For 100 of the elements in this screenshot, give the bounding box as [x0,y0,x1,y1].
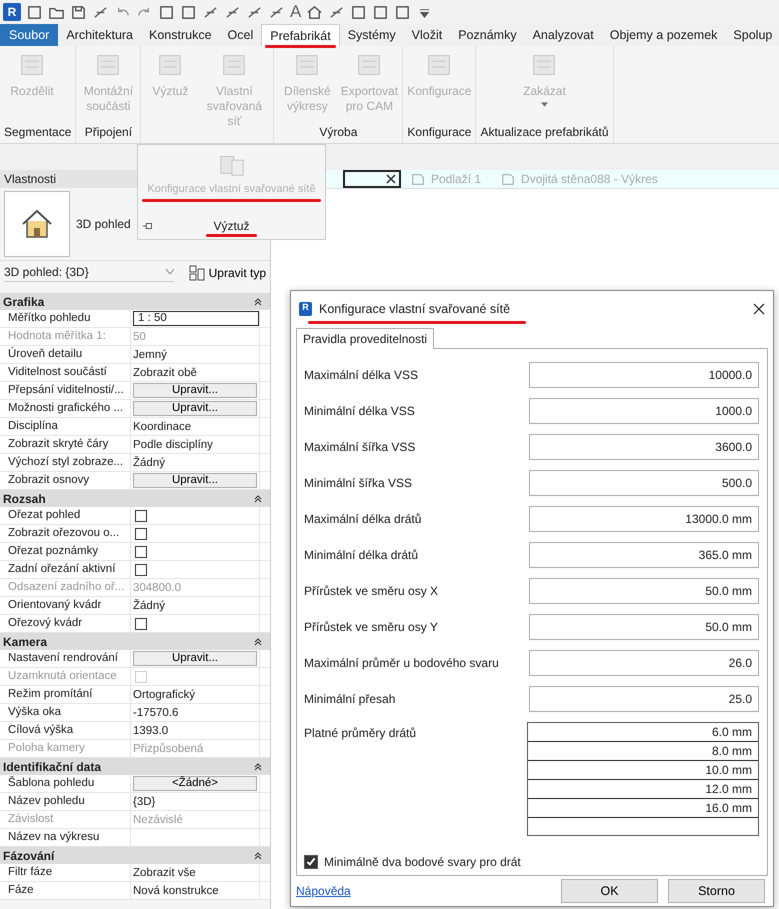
edit-type-icon [188,265,205,281]
property-label: Viditelnost součástí [0,364,131,381]
list-item[interactable]: 10.0 mm [528,761,758,780]
property-label: Cílová výška [0,722,131,739]
input-field[interactable]: 365.0 mm [529,542,759,568]
ribbon-tab[interactable]: Soubor [0,24,58,46]
dialog-title: Konfigurace vlastní svařované sítě [319,302,510,316]
ribbon-tab[interactable]: Vložit [404,24,450,46]
view-tab[interactable] [343,170,401,188]
input-field[interactable]: 3600.0 [529,434,759,460]
list-item[interactable]: 8.0 mm [528,742,758,761]
checkbox[interactable] [135,546,147,558]
checkbox-label: Minimálně dva bodové svary pro drát [324,855,521,869]
type-name: 3D pohled [76,217,131,231]
list-item[interactable]: 12.0 mm [528,780,758,799]
ribbon-tab[interactable]: Prefabrikát [261,24,340,46]
property-label: Ořezový kvádr [0,615,131,632]
close-icon[interactable] [386,174,396,184]
input-field[interactable]: 500.0 [529,470,759,496]
input-field[interactable]: 50.0 mm [529,614,759,640]
property-label: Ořezat pohled [0,507,131,524]
property-label: Název na výkresu [0,829,131,846]
property-label: Disciplína [0,418,131,435]
property-label: Poloha kamery [0,740,131,757]
app-logo[interactable]: R [3,3,21,21]
checkbox[interactable] [135,528,147,540]
input-field[interactable]: 26.0 [529,650,759,676]
edit-button[interactable]: Upravit... [133,473,257,488]
collapse-icon[interactable] [254,298,262,306]
property-value: Přizpůsobená [133,742,204,754]
annotation-underline [206,234,256,237]
ribbon-tab[interactable]: Spolup [725,24,779,46]
checkbox[interactable] [135,510,147,522]
property-label: Název pohledu [0,793,131,810]
dialog-button[interactable]: Storno [668,879,765,903]
collapse-icon[interactable] [254,762,262,770]
app-logo: R [299,302,312,316]
panel-label: Připojení [84,124,134,141]
text-tool-icon[interactable]: A [290,3,302,21]
property-value: Zobrazit obě [133,366,197,378]
list-item[interactable]: 6.0 mm [528,723,758,742]
ribbon-tab[interactable]: Objemy a pozemek [602,24,726,46]
input-field[interactable]: 13000.0 mm [529,506,759,532]
property-label: Výška oka [0,704,131,721]
list-item[interactable]: 16.0 mm [528,799,758,818]
ribbon-tab[interactable]: Analyzovat [524,24,602,46]
save-icon[interactable] [70,4,87,20]
home-icon[interactable] [306,4,324,20]
group-header[interactable]: Grafika [3,294,44,308]
field-label: Maximální délka drátů [304,512,422,526]
close-icon[interactable] [753,303,765,315]
property-label: Režim promítání [0,686,131,703]
property-value: {3D} [133,796,156,808]
property-value: Nová konstrukce [133,884,219,896]
panel-label: Výroba [318,124,358,141]
dialog-tab[interactable]: Pravidla proveditelnosti [296,328,434,349]
field-label: Přírůstek ve směru osy Y [304,620,438,634]
collapse-icon[interactable] [254,638,262,646]
sheet-icon [411,172,425,186]
edit-button[interactable]: <Žádné> [133,776,257,791]
edit-button[interactable]: Upravit... [133,401,257,416]
ribbon-tab[interactable]: Konstrukce [141,24,220,46]
ribbon-tab[interactable]: Architektura [58,24,142,46]
collapse-icon[interactable] [254,852,262,860]
edit-button[interactable]: Upravit... [133,383,257,398]
property-value: Zobrazit vše [133,866,196,878]
input-field[interactable]: 10000.0 [529,362,759,388]
checkbox[interactable] [135,564,147,576]
property-label: Uzamknutá orientace [0,668,131,685]
type-selector[interactable]: 3D pohled: {3D} [4,264,174,282]
property-label: Měřítko pohledu [0,310,131,327]
edit-type-button[interactable]: Upravit typ [188,265,266,281]
property-label: Odsazení zadního oř... [0,579,131,596]
group-header[interactable]: Fázování [3,848,54,862]
property-value: Ortografický [133,688,195,700]
diameter-list[interactable]: 6.0 mm 8.0 mm 10.0 mm 12.0 mm 16.0 mm [527,722,759,836]
group-header[interactable]: Rozsah [3,492,46,506]
input-field[interactable]: 1000.0 [529,398,759,424]
collapse-icon[interactable] [254,494,262,502]
panel-label: Konfigurace [406,124,472,141]
property-value: Podle disciplíny [133,438,213,450]
field-label: Platné průměry drátů [304,726,416,740]
ribbon-tab[interactable]: Poznámky [450,24,525,46]
dialog-button[interactable]: OK [561,879,658,903]
ribbon-tab[interactable]: Systémy [340,24,404,46]
help-link[interactable]: Nápověda [296,884,351,898]
property-value: 1393.0 [133,724,168,736]
input-field[interactable]: 50.0 mm [529,578,759,604]
edit-button[interactable]: Upravit... [133,651,257,666]
checkbox[interactable] [304,855,318,869]
panel-label: Aktualizace prefabrikátů [479,124,610,141]
checkbox[interactable] [135,618,147,630]
input-field[interactable]: 25.0 [529,686,759,712]
property-value: 304800.0 [133,582,181,594]
scale-field[interactable]: 1 : 50 [133,311,259,326]
property-label: Ořezat poznámky [0,543,131,560]
group-header[interactable]: Kamera [3,634,48,648]
field-label: Maximální průměr u bodového svaru [304,656,499,670]
ribbon-tab[interactable]: Ocel [220,24,262,46]
property-label: Šablona pohledu [0,775,131,792]
